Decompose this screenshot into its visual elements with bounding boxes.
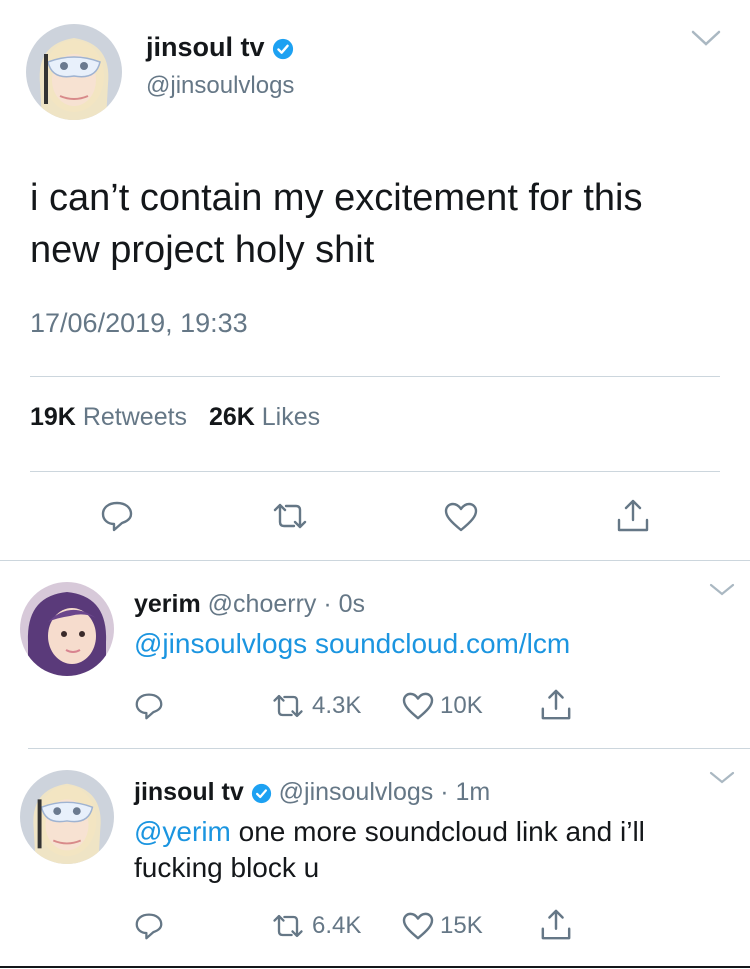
main-tweet-text: i can’t contain my excitement for this n… — [30, 172, 642, 276]
main-tweet-text-line1: i can’t contain my excitement for this — [30, 177, 643, 219]
reply-icon[interactable] — [100, 500, 134, 532]
retweet-icon[interactable] — [270, 502, 310, 530]
share-icon[interactable] — [616, 498, 650, 534]
main-author[interactable]: jinsoul tv — [146, 32, 294, 63]
reply-1-like-action[interactable]: 10K — [402, 692, 483, 720]
reply-2-time[interactable]: 1m — [456, 778, 491, 806]
reply-1-handle[interactable]: @choerry — [208, 590, 317, 618]
reply-2-separator: · — [440, 778, 449, 806]
reply-icon[interactable] — [134, 912, 164, 940]
retweet-icon[interactable] — [270, 693, 306, 719]
verified-badge-icon — [272, 38, 294, 60]
reply-2-like-action[interactable]: 15K — [402, 912, 483, 940]
chevron-down-icon[interactable] — [708, 582, 736, 598]
likes-count[interactable]: 26K — [209, 403, 255, 431]
verified-badge-icon — [251, 783, 272, 804]
reply-2-mention-link[interactable]: @yerim — [134, 816, 231, 847]
main-timestamp[interactable]: 17/06/2019, 19:33 — [30, 308, 248, 339]
retweets-count[interactable]: 19K — [30, 403, 76, 431]
reply-icon[interactable] — [134, 692, 164, 720]
reply-1-like-count: 10K — [440, 692, 483, 719]
main-tweet-text-line2: new project holy shit — [30, 229, 375, 271]
reply-1-text: @jinsoulvlogs soundcloud.com/lcm — [134, 628, 570, 660]
reply-2-text-line1: @yerim one more soundcloud link and i’ll — [134, 814, 645, 850]
reply-2-retweet-count: 6.4K — [312, 912, 362, 939]
reply-1-retweet-action[interactable]: 4.3K — [270, 692, 361, 720]
reply-2-like-count: 15K — [440, 912, 483, 939]
main-handle[interactable]: @jinsoulvlogs — [146, 72, 294, 100]
engagement-stats: 19K Retweets 26K Likes — [30, 403, 320, 432]
avatar-yerim[interactable] — [20, 582, 114, 676]
share-icon[interactable] — [540, 688, 572, 722]
retweet-icon[interactable] — [270, 913, 306, 939]
divider — [0, 560, 750, 561]
reply-1-time[interactable]: 0s — [339, 590, 365, 618]
reply-2-text: @yerim one more soundcloud link and i’ll… — [134, 814, 645, 886]
retweets-label[interactable]: Retweets — [83, 403, 187, 431]
reply-2-header: jinsoul tv @jinsoulvlogs · 1m — [134, 778, 490, 807]
reply-1-mention-link[interactable]: @jinsoulvlogs — [134, 628, 307, 659]
reply-2-display-name[interactable]: jinsoul tv — [134, 778, 244, 806]
reply-1-separator: · — [323, 590, 332, 618]
divider — [30, 471, 720, 472]
reply-2-text-line2: fucking block u — [134, 852, 320, 883]
share-icon[interactable] — [540, 908, 572, 942]
divider — [0, 966, 750, 968]
reply-2-text-body: one more soundcloud link and i’ll — [238, 816, 645, 847]
like-icon[interactable] — [402, 912, 434, 940]
reply-1-url-link[interactable]: soundcloud.com/lcm — [315, 628, 570, 659]
chevron-down-icon[interactable] — [708, 770, 736, 786]
like-icon[interactable] — [402, 692, 434, 720]
main-display-name[interactable]: jinsoul tv — [146, 32, 265, 62]
reply-2-handle[interactable]: @jinsoulvlogs — [279, 778, 434, 806]
avatar-jinsoul[interactable] — [26, 24, 122, 120]
divider — [30, 376, 720, 377]
reply-2-retweet-action[interactable]: 6.4K — [270, 912, 361, 940]
chevron-down-icon[interactable] — [690, 28, 722, 48]
reply-1-header: yerim @choerry · 0s — [134, 590, 365, 619]
likes-label[interactable]: Likes — [262, 403, 320, 431]
like-icon[interactable] — [444, 502, 478, 532]
avatar-jinsoul[interactable] — [20, 770, 114, 864]
divider — [28, 748, 750, 749]
reply-1-display-name[interactable]: yerim — [134, 590, 201, 618]
reply-1-retweet-count: 4.3K — [312, 692, 362, 719]
